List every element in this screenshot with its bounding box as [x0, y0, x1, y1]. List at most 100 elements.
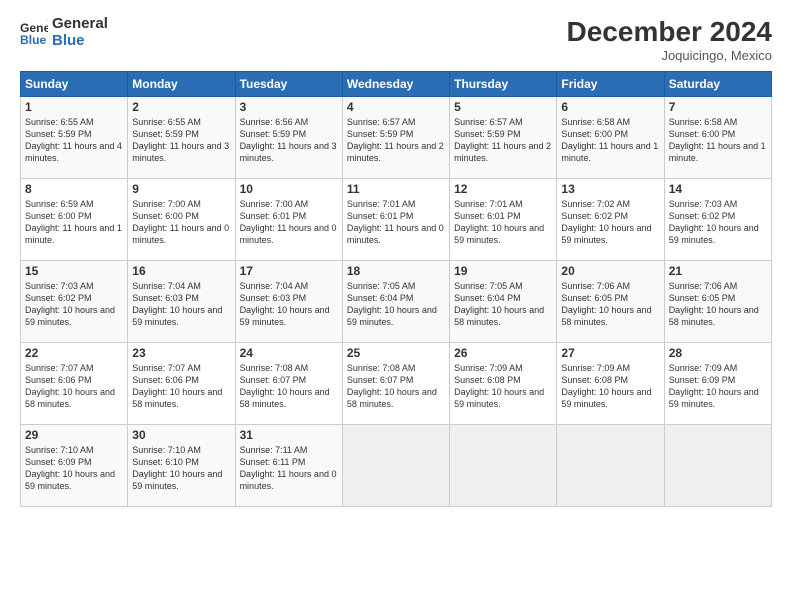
day-number: 23	[132, 346, 230, 360]
day-info: Sunrise: 6:55 AM Sunset: 5:59 PM Dayligh…	[132, 116, 230, 165]
day-number: 2	[132, 100, 230, 114]
day-cell-14: 14 Sunrise: 7:03 AM Sunset: 6:02 PM Dayl…	[664, 179, 771, 261]
day-number: 14	[669, 182, 767, 196]
day-info: Sunrise: 7:03 AM Sunset: 6:02 PM Dayligh…	[669, 198, 767, 247]
day-cell-2: 2 Sunrise: 6:55 AM Sunset: 5:59 PM Dayli…	[128, 97, 235, 179]
day-cell-11: 11 Sunrise: 7:01 AM Sunset: 6:01 PM Dayl…	[342, 179, 449, 261]
day-number: 7	[669, 100, 767, 114]
day-info: Sunrise: 7:05 AM Sunset: 6:04 PM Dayligh…	[347, 280, 445, 329]
day-number: 24	[240, 346, 338, 360]
day-number: 30	[132, 428, 230, 442]
week-row-5: 29 Sunrise: 7:10 AM Sunset: 6:09 PM Dayl…	[21, 425, 772, 507]
svg-text:Blue: Blue	[20, 33, 47, 47]
day-number: 29	[25, 428, 123, 442]
week-row-2: 8 Sunrise: 6:59 AM Sunset: 6:00 PM Dayli…	[21, 179, 772, 261]
day-cell-31: 31 Sunrise: 7:11 AM Sunset: 6:11 PM Dayl…	[235, 425, 342, 507]
day-number: 27	[561, 346, 659, 360]
day-number: 28	[669, 346, 767, 360]
day-info: Sunrise: 7:09 AM Sunset: 6:08 PM Dayligh…	[454, 362, 552, 411]
day-number: 11	[347, 182, 445, 196]
day-info: Sunrise: 7:06 AM Sunset: 6:05 PM Dayligh…	[561, 280, 659, 329]
day-cell-30: 30 Sunrise: 7:10 AM Sunset: 6:10 PM Dayl…	[128, 425, 235, 507]
day-cell-29: 29 Sunrise: 7:10 AM Sunset: 6:09 PM Dayl…	[21, 425, 128, 507]
week-row-1: 1 Sunrise: 6:55 AM Sunset: 5:59 PM Dayli…	[21, 97, 772, 179]
day-cell-26: 26 Sunrise: 7:09 AM Sunset: 6:08 PM Dayl…	[450, 343, 557, 425]
header-cell-thursday: Thursday	[450, 72, 557, 97]
day-cell-13: 13 Sunrise: 7:02 AM Sunset: 6:02 PM Dayl…	[557, 179, 664, 261]
header-cell-friday: Friday	[557, 72, 664, 97]
day-info: Sunrise: 7:05 AM Sunset: 6:04 PM Dayligh…	[454, 280, 552, 329]
empty-cell	[557, 425, 664, 507]
day-cell-16: 16 Sunrise: 7:04 AM Sunset: 6:03 PM Dayl…	[128, 261, 235, 343]
day-number: 8	[25, 182, 123, 196]
day-info: Sunrise: 7:03 AM Sunset: 6:02 PM Dayligh…	[25, 280, 123, 329]
day-cell-21: 21 Sunrise: 7:06 AM Sunset: 6:05 PM Dayl…	[664, 261, 771, 343]
day-cell-19: 19 Sunrise: 7:05 AM Sunset: 6:04 PM Dayl…	[450, 261, 557, 343]
day-info: Sunrise: 7:04 AM Sunset: 6:03 PM Dayligh…	[240, 280, 338, 329]
day-cell-6: 6 Sunrise: 6:58 AM Sunset: 6:00 PM Dayli…	[557, 97, 664, 179]
day-cell-8: 8 Sunrise: 6:59 AM Sunset: 6:00 PM Dayli…	[21, 179, 128, 261]
day-number: 9	[132, 182, 230, 196]
week-row-4: 22 Sunrise: 7:07 AM Sunset: 6:06 PM Dayl…	[21, 343, 772, 425]
day-info: Sunrise: 7:10 AM Sunset: 6:09 PM Dayligh…	[25, 444, 123, 493]
day-info: Sunrise: 7:08 AM Sunset: 6:07 PM Dayligh…	[347, 362, 445, 411]
header-cell-wednesday: Wednesday	[342, 72, 449, 97]
logo: General Blue General Blue	[20, 16, 108, 49]
day-cell-1: 1 Sunrise: 6:55 AM Sunset: 5:59 PM Dayli…	[21, 97, 128, 179]
day-info: Sunrise: 6:59 AM Sunset: 6:00 PM Dayligh…	[25, 198, 123, 247]
day-number: 26	[454, 346, 552, 360]
day-info: Sunrise: 7:00 AM Sunset: 6:01 PM Dayligh…	[240, 198, 338, 247]
day-number: 1	[25, 100, 123, 114]
week-row-3: 15 Sunrise: 7:03 AM Sunset: 6:02 PM Dayl…	[21, 261, 772, 343]
day-number: 3	[240, 100, 338, 114]
day-number: 16	[132, 264, 230, 278]
day-info: Sunrise: 7:02 AM Sunset: 6:02 PM Dayligh…	[561, 198, 659, 247]
day-info: Sunrise: 7:10 AM Sunset: 6:10 PM Dayligh…	[132, 444, 230, 493]
page-container: General Blue General Blue December 2024 …	[0, 0, 792, 612]
day-cell-3: 3 Sunrise: 6:56 AM Sunset: 5:59 PM Dayli…	[235, 97, 342, 179]
logo-general-text: General	[52, 16, 108, 33]
empty-cell	[450, 425, 557, 507]
day-info: Sunrise: 7:06 AM Sunset: 6:05 PM Dayligh…	[669, 280, 767, 329]
calendar-header: SundayMondayTuesdayWednesdayThursdayFrid…	[21, 72, 772, 97]
day-number: 4	[347, 100, 445, 114]
calendar-table: SundayMondayTuesdayWednesdayThursdayFrid…	[20, 71, 772, 507]
empty-cell	[342, 425, 449, 507]
day-cell-12: 12 Sunrise: 7:01 AM Sunset: 6:01 PM Dayl…	[450, 179, 557, 261]
day-info: Sunrise: 6:58 AM Sunset: 6:00 PM Dayligh…	[561, 116, 659, 165]
logo-text: General Blue	[52, 16, 108, 49]
day-info: Sunrise: 7:01 AM Sunset: 6:01 PM Dayligh…	[347, 198, 445, 247]
day-cell-17: 17 Sunrise: 7:04 AM Sunset: 6:03 PM Dayl…	[235, 261, 342, 343]
day-cell-15: 15 Sunrise: 7:03 AM Sunset: 6:02 PM Dayl…	[21, 261, 128, 343]
location: Joquicingo, Mexico	[567, 48, 772, 63]
day-info: Sunrise: 7:00 AM Sunset: 6:00 PM Dayligh…	[132, 198, 230, 247]
logo-icon: General Blue	[20, 19, 48, 47]
day-cell-4: 4 Sunrise: 6:57 AM Sunset: 5:59 PM Dayli…	[342, 97, 449, 179]
header-cell-saturday: Saturday	[664, 72, 771, 97]
day-cell-22: 22 Sunrise: 7:07 AM Sunset: 6:06 PM Dayl…	[21, 343, 128, 425]
day-cell-24: 24 Sunrise: 7:08 AM Sunset: 6:07 PM Dayl…	[235, 343, 342, 425]
day-info: Sunrise: 6:55 AM Sunset: 5:59 PM Dayligh…	[25, 116, 123, 165]
day-info: Sunrise: 7:11 AM Sunset: 6:11 PM Dayligh…	[240, 444, 338, 493]
day-info: Sunrise: 7:07 AM Sunset: 6:06 PM Dayligh…	[132, 362, 230, 411]
day-info: Sunrise: 7:04 AM Sunset: 6:03 PM Dayligh…	[132, 280, 230, 329]
day-cell-20: 20 Sunrise: 7:06 AM Sunset: 6:05 PM Dayl…	[557, 261, 664, 343]
day-cell-5: 5 Sunrise: 6:57 AM Sunset: 5:59 PM Dayli…	[450, 97, 557, 179]
day-number: 31	[240, 428, 338, 442]
day-number: 17	[240, 264, 338, 278]
day-cell-9: 9 Sunrise: 7:00 AM Sunset: 6:00 PM Dayli…	[128, 179, 235, 261]
day-cell-18: 18 Sunrise: 7:05 AM Sunset: 6:04 PM Dayl…	[342, 261, 449, 343]
day-number: 22	[25, 346, 123, 360]
day-number: 12	[454, 182, 552, 196]
day-number: 6	[561, 100, 659, 114]
day-info: Sunrise: 6:58 AM Sunset: 6:00 PM Dayligh…	[669, 116, 767, 165]
logo-blue-text: Blue	[52, 33, 108, 50]
day-info: Sunrise: 7:01 AM Sunset: 6:01 PM Dayligh…	[454, 198, 552, 247]
day-info: Sunrise: 7:08 AM Sunset: 6:07 PM Dayligh…	[240, 362, 338, 411]
day-info: Sunrise: 7:07 AM Sunset: 6:06 PM Dayligh…	[25, 362, 123, 411]
day-number: 15	[25, 264, 123, 278]
day-info: Sunrise: 6:57 AM Sunset: 5:59 PM Dayligh…	[454, 116, 552, 165]
day-cell-10: 10 Sunrise: 7:00 AM Sunset: 6:01 PM Dayl…	[235, 179, 342, 261]
page-header: General Blue General Blue December 2024 …	[20, 16, 772, 63]
day-cell-27: 27 Sunrise: 7:09 AM Sunset: 6:08 PM Dayl…	[557, 343, 664, 425]
